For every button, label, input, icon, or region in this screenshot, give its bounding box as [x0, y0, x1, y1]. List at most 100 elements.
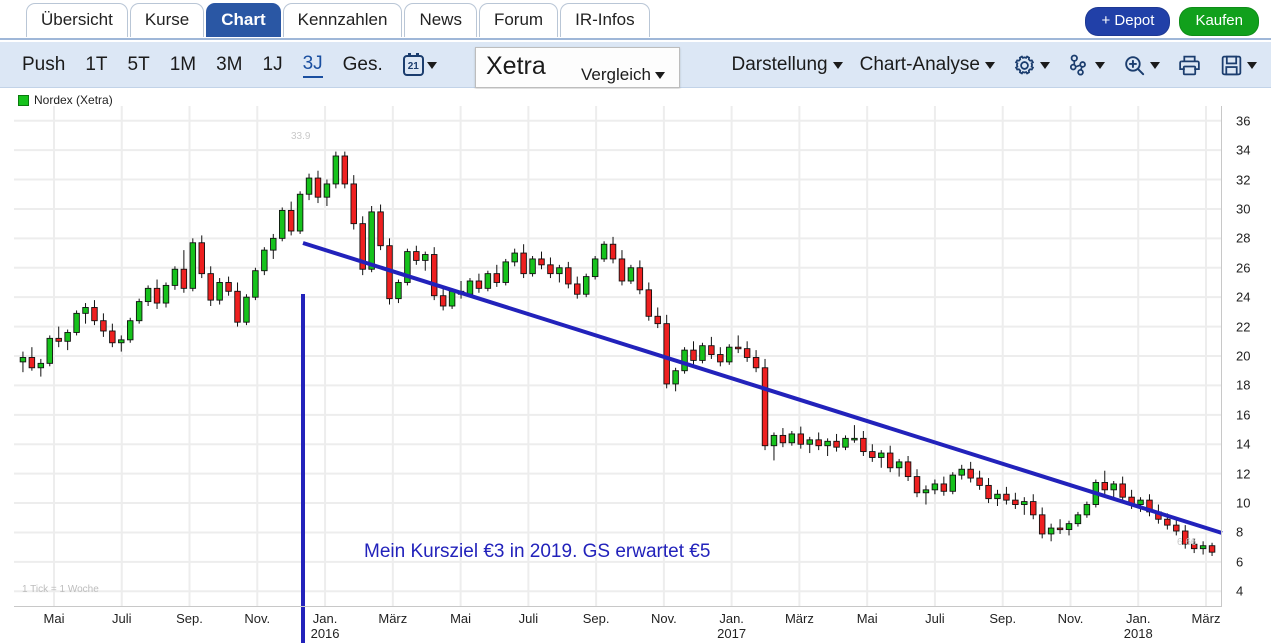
- y-tick-label: 18: [1236, 377, 1251, 393]
- zoom-button[interactable]: [1122, 53, 1160, 78]
- exchange-selector-box[interactable]: Xetra Vergleich: [475, 47, 680, 88]
- chart-canvas[interactable]: Nordex (Xetra) 4 6 8 10 12 14 16 18 20 22 24 26 28 30…: [0, 89, 1271, 643]
- y-tick-label: 28: [1236, 230, 1251, 246]
- x-tick-month: Jan.: [312, 611, 338, 626]
- stock-chart-page: Übersicht Kurse Chart Kennzahlen News Forum IR…: [0, 0, 1271, 643]
- settings-button[interactable]: [1012, 53, 1050, 78]
- x-tick-label: Jan. 2017: [717, 611, 746, 641]
- x-tick-month: Nov.: [650, 611, 677, 626]
- x-tick-year: 2017: [717, 626, 747, 641]
- x-tick-label: Mai: [44, 611, 65, 626]
- darstellung-label: Darstellung: [731, 54, 828, 75]
- y-tick-label: 20: [1236, 348, 1251, 364]
- x-tick-month: März: [1191, 611, 1221, 626]
- tab--bersicht[interactable]: Übersicht: [26, 3, 128, 37]
- x-tick-month: Juli: [111, 611, 132, 626]
- range-5t[interactable]: 5T: [128, 54, 150, 76]
- add-to-depot-button[interactable]: + Depot: [1085, 7, 1171, 36]
- chart-analyse-menu[interactable]: Chart-Analyse: [860, 54, 995, 76]
- indicators-button[interactable]: [1067, 53, 1105, 78]
- peak-price-label: 33.9: [291, 131, 311, 142]
- x-tick-year: 2018: [1123, 626, 1153, 641]
- x-axis-line: [14, 606, 1222, 607]
- tick-interval-note: 1 Tick = 1 Woche: [22, 584, 99, 595]
- x-tick-label: Juli: [925, 611, 945, 626]
- y-tick-label: 36: [1236, 113, 1251, 129]
- x-tick-label: März: [785, 611, 814, 626]
- x-tick-year: 2016: [310, 626, 340, 641]
- x-tick-month: Mai: [856, 611, 878, 626]
- y-axis-line: [1221, 106, 1222, 606]
- print-button[interactable]: [1177, 53, 1202, 78]
- x-tick-label: März: [378, 611, 407, 626]
- x-tick-label: März: [1192, 611, 1221, 626]
- print-icon: [1179, 55, 1200, 75]
- x-tick-label: Sep.: [176, 611, 203, 626]
- x-tick-month: Juli: [518, 611, 539, 626]
- x-tick-month: Sep.: [176, 611, 203, 626]
- x-tick-label: Sep.: [583, 611, 610, 626]
- x-tick-month: Mai: [43, 611, 65, 626]
- y-tick-label: 6: [1236, 554, 1244, 570]
- y-tick-label: 34: [1236, 142, 1251, 158]
- x-tick-month: März: [378, 611, 408, 626]
- push-toggle[interactable]: Push: [22, 54, 65, 76]
- exchange-value: Xetra: [486, 52, 546, 80]
- vergleich-label: Vergleich: [581, 65, 651, 84]
- y-tick-label: 16: [1236, 407, 1251, 423]
- range-1t[interactable]: 1T: [85, 54, 107, 76]
- y-tick-label: 24: [1236, 289, 1251, 305]
- tab-news[interactable]: News: [404, 3, 477, 37]
- last-price-label: 6.66: [1177, 537, 1197, 548]
- tab-forum[interactable]: Forum: [478, 3, 559, 37]
- save-button[interactable]: [1219, 53, 1257, 78]
- date-picker-button[interactable]: 21: [402, 52, 437, 76]
- chevron-down-icon: [832, 61, 843, 69]
- x-tick-month: Nov.: [244, 611, 271, 626]
- y-tick-label: 26: [1236, 260, 1251, 276]
- tab-kurse[interactable]: Kurse: [129, 3, 205, 37]
- toolbar-right-group: Darstellung Chart-Analyse: [732, 42, 1257, 88]
- x-tick-month: Nov.: [1057, 611, 1084, 626]
- x-tick-month: März: [784, 611, 814, 626]
- x-tick-label: Juli: [519, 611, 539, 626]
- range-3m[interactable]: 3M: [216, 54, 242, 76]
- x-tick-month: Sep.: [582, 611, 610, 626]
- x-tick-month: Juli: [925, 611, 945, 626]
- user-annotation: Mein Kursziel €3 in 2019. GS erwartet €5: [364, 541, 711, 562]
- range-1m[interactable]: 1M: [170, 54, 196, 76]
- x-tick-month: Jan.: [1125, 611, 1151, 626]
- range-ges[interactable]: Ges.: [343, 54, 383, 76]
- buy-button[interactable]: Kaufen: [1179, 7, 1259, 36]
- x-tick-label: Juli: [112, 611, 132, 626]
- y-tick-label: 30: [1236, 201, 1251, 217]
- x-tick-month: Jan.: [719, 611, 744, 626]
- tab-kennzahlen[interactable]: Kennzahlen: [282, 3, 403, 37]
- chevron-down-icon: [1040, 61, 1050, 69]
- range-3j[interactable]: 3J: [302, 53, 323, 78]
- y-tick-label: 10: [1236, 495, 1251, 511]
- x-tick-month: Mai: [450, 611, 472, 626]
- x-tick-label: Nov.: [1058, 611, 1084, 626]
- chevron-down-icon: [1150, 61, 1160, 69]
- gear-icon: [1014, 54, 1035, 75]
- zoom-in-icon: [1125, 55, 1145, 75]
- calendar-icon: 21: [402, 52, 424, 76]
- chevron-down-icon: [985, 61, 995, 69]
- tab-list: Übersicht Kurse Chart Kennzahlen News Forum IR…: [26, 3, 650, 37]
- x-tick-month: Sep.: [989, 611, 1017, 626]
- y-tick-label: 4: [1236, 583, 1244, 599]
- chart-analyse-label: Chart-Analyse: [859, 54, 980, 75]
- x-tick-label: Mai: [857, 611, 878, 626]
- range-1j[interactable]: 1J: [263, 54, 283, 76]
- tab-ir-infos[interactable]: IR-Infos: [560, 3, 650, 37]
- vergleich-menu[interactable]: Vergleich: [581, 65, 665, 85]
- toolbar-left-group: Push 1T 5T 1M 3M 1J 3J Ges. 21: [22, 42, 437, 88]
- chevron-down-icon: [1247, 61, 1257, 69]
- action-buttons: + Depot Kaufen: [1085, 7, 1259, 36]
- tab-chart[interactable]: Chart: [206, 3, 281, 37]
- darstellung-menu[interactable]: Darstellung: [732, 54, 843, 76]
- y-tick-label: 8: [1236, 524, 1244, 540]
- y-tick-label: 22: [1236, 319, 1251, 335]
- y-tick-label: 14: [1236, 436, 1251, 452]
